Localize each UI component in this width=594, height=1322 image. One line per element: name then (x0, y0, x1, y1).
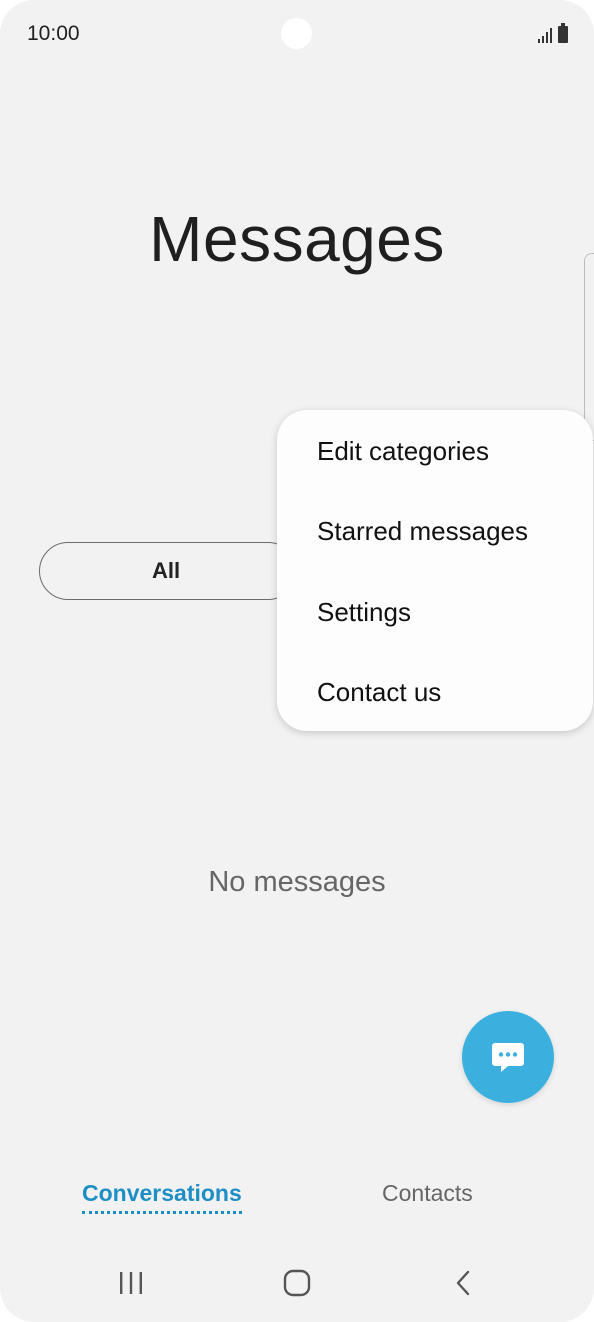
home-icon (283, 1269, 311, 1297)
edge-panel-handle[interactable] (584, 253, 594, 441)
tab-active-indicator (82, 1211, 242, 1214)
compose-message-icon (492, 1043, 524, 1072)
recents-icon (120, 1272, 142, 1294)
back-icon (456, 1270, 470, 1296)
page-title: Messages (149, 203, 445, 275)
battery-icon (558, 23, 568, 43)
compose-button[interactable] (462, 1011, 554, 1103)
menu-item-starred-messages[interactable]: Starred messages (317, 516, 528, 547)
status-time: 10:00 (27, 22, 80, 45)
overflow-menu: Edit categories Starred messages Setting… (277, 410, 593, 731)
tab-conversations[interactable]: Conversations (82, 1180, 242, 1207)
signal-icon (538, 25, 552, 43)
phone-screen: 10:00 Messages All Edit categories Starr… (0, 0, 594, 1322)
category-all-button[interactable]: All (39, 542, 297, 600)
menu-item-contact-us[interactable]: Contact us (317, 677, 441, 708)
home-button[interactable] (277, 1265, 317, 1301)
tab-contacts[interactable]: Contacts (382, 1180, 473, 1207)
status-icons (538, 23, 568, 43)
recents-button[interactable] (111, 1265, 151, 1301)
menu-item-settings[interactable]: Settings (317, 597, 411, 628)
empty-state-text: No messages (208, 866, 386, 898)
menu-item-edit-categories[interactable]: Edit categories (317, 436, 489, 467)
camera-cutout (281, 18, 312, 49)
back-button[interactable] (443, 1265, 483, 1301)
